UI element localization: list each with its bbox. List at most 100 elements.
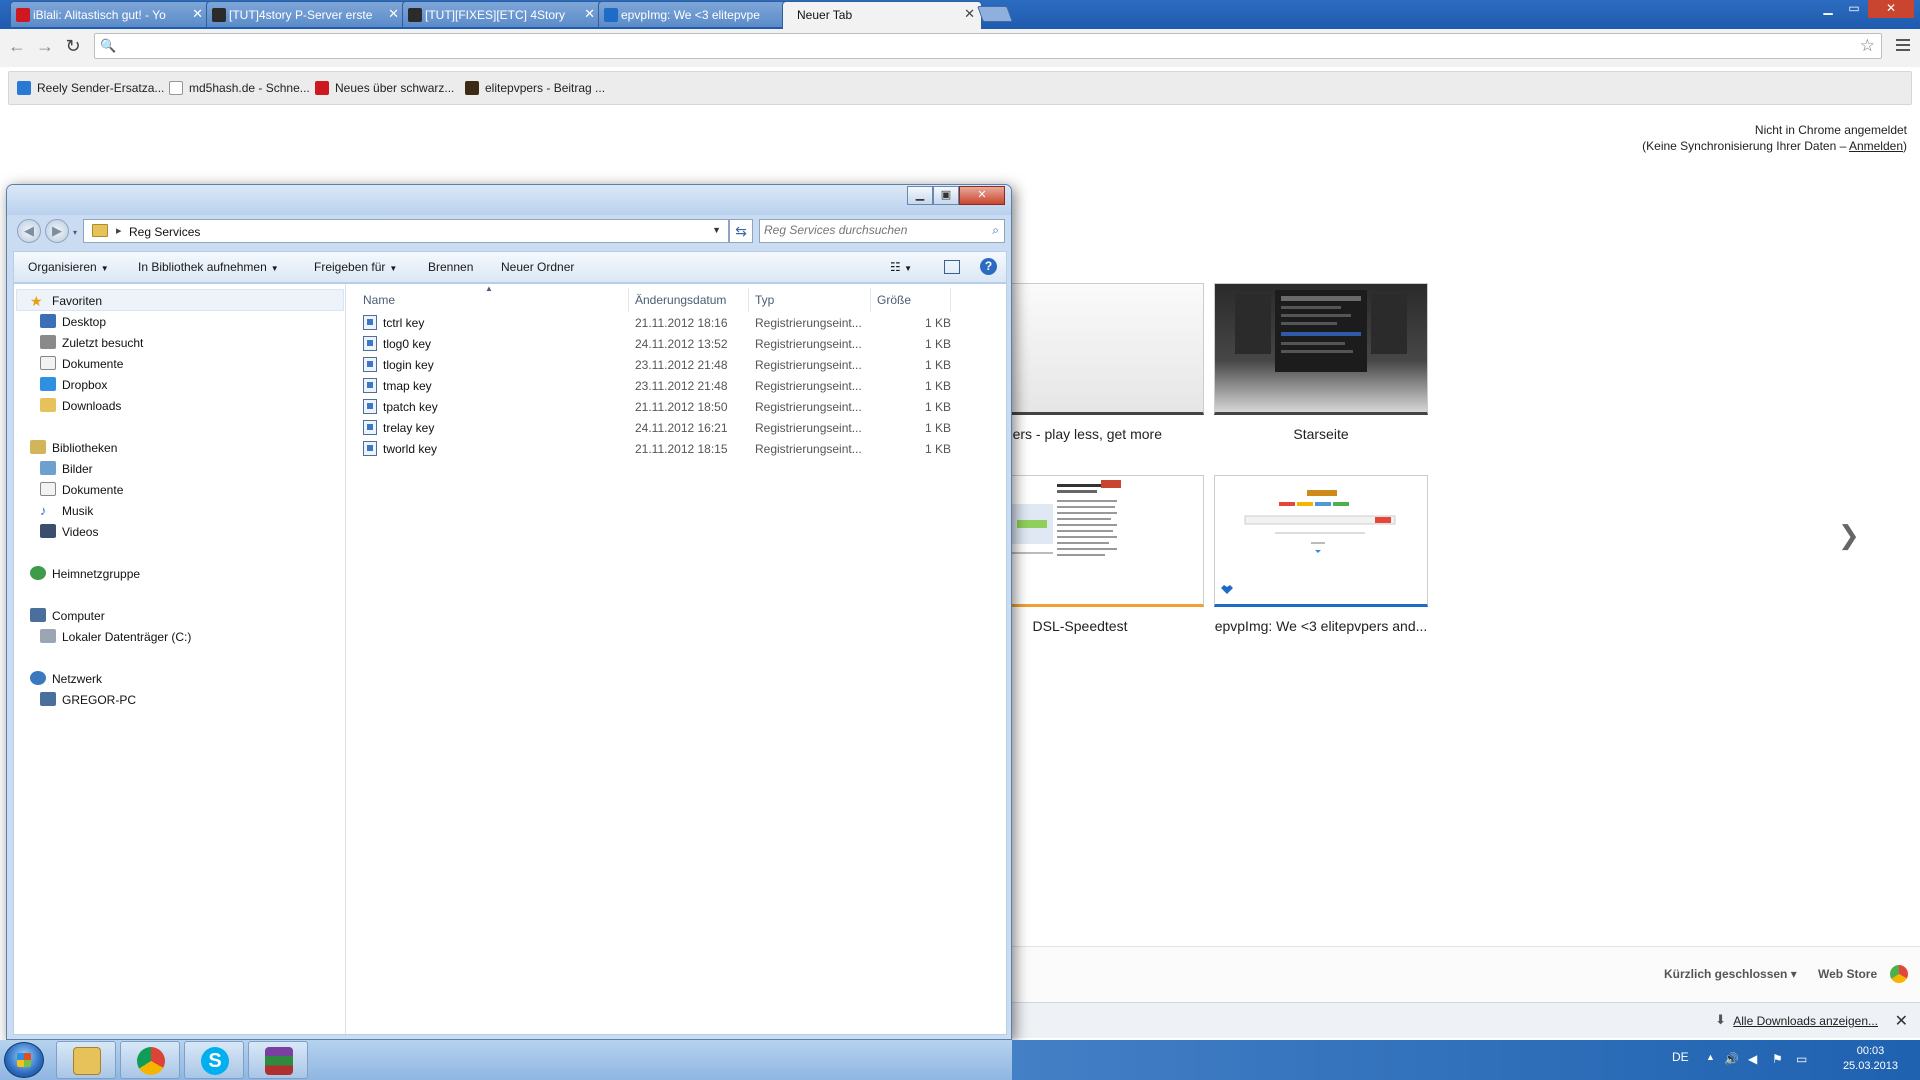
column-divider[interactable] xyxy=(748,288,749,312)
column-divider[interactable] xyxy=(628,288,629,312)
nav-network[interactable]: Netzwerk xyxy=(30,671,102,686)
nav-music[interactable]: ♪ Musik xyxy=(40,503,93,518)
explorer-maximize-button[interactable]: ▣ xyxy=(933,186,959,205)
address-bar[interactable]: ▸ Reg Services ▼ xyxy=(83,219,729,243)
recent-pages-dropdown-icon[interactable]: ▾ xyxy=(73,228,77,237)
nav-homegroup[interactable]: Heimnetzgruppe xyxy=(30,566,140,581)
next-page-arrow-icon[interactable]: ❯ xyxy=(1838,520,1860,551)
tab-close-icon[interactable]: ✕ xyxy=(192,7,203,20)
signin-link[interactable]: Anmelden xyxy=(1849,139,1903,153)
preview-pane-icon[interactable] xyxy=(944,260,960,274)
search-box[interactable]: ⌕ xyxy=(759,219,1005,243)
nav-documents[interactable]: Dokumente xyxy=(40,356,123,371)
explorer-close-button[interactable]: ✕ xyxy=(959,186,1005,205)
column-divider[interactable] xyxy=(950,288,951,312)
column-header-size[interactable]: Größe xyxy=(877,293,911,307)
taskbar-chrome-button[interactable] xyxy=(120,1041,180,1079)
file-row[interactable]: tworld key 21.11.2012 18:15 Registrierungs… xyxy=(347,439,1007,459)
maximize-window-button[interactable]: ▭ xyxy=(1844,0,1864,18)
nav-library-documents[interactable]: Dokumente xyxy=(40,482,123,497)
help-icon[interactable]: ? xyxy=(980,258,997,275)
bookmark-elitepvpers[interactable]: elitepvpers - Beitrag ... xyxy=(465,81,605,95)
refresh-icon[interactable]: ⇆ xyxy=(729,219,753,243)
column-divider[interactable] xyxy=(870,288,871,312)
nav-favorites[interactable]: ★ Favoriten xyxy=(30,293,102,309)
column-header-type[interactable]: Typ xyxy=(755,293,774,307)
file-row[interactable]: trelay key 24.11.2012 16:21 Registrierungs… xyxy=(347,418,1007,438)
column-header-name[interactable]: Name xyxy=(363,293,395,307)
back-arrow-icon[interactable]: ◀ xyxy=(17,219,41,243)
new-tab-button[interactable] xyxy=(977,6,1013,22)
nav-gregor-pc[interactable]: GREGOR-PC xyxy=(40,692,136,707)
organize-button[interactable]: Organisieren ▼ xyxy=(28,260,109,274)
change-view-icon[interactable]: ☷ ▼ xyxy=(890,260,912,274)
nav-dropbox[interactable]: Dropbox xyxy=(40,377,107,392)
action-center-flag-icon[interactable]: ⚑ xyxy=(1772,1052,1783,1066)
bookmark-star-icon[interactable]: ☆ xyxy=(1860,36,1875,56)
language-indicator[interactable]: DE xyxy=(1672,1050,1689,1064)
tab-close-icon[interactable]: ✕ xyxy=(388,7,399,20)
thumbnail-epvpimg[interactable] xyxy=(1214,475,1428,607)
tab-close-icon[interactable]: ✕ xyxy=(584,7,595,20)
web-store-icon[interactable] xyxy=(1890,965,1908,983)
tab-youtube[interactable]: iBlali: Alitastisch gut! - Yo ✕ xyxy=(10,1,210,27)
taskbar-winrar-button[interactable] xyxy=(248,1041,308,1079)
taskbar-explorer-button[interactable] xyxy=(56,1041,116,1079)
file-row[interactable]: tlogin key 23.11.2012 21:48 Registrierungs… xyxy=(347,355,1007,375)
breadcrumb-current-folder[interactable]: Reg Services xyxy=(129,225,200,239)
forward-arrow-icon[interactable]: ▶ xyxy=(45,219,69,243)
taskbar-skype-button[interactable]: S xyxy=(184,1041,244,1079)
nav-recent-places[interactable]: Zuletzt besucht xyxy=(40,335,143,350)
nav-libraries[interactable]: Bibliotheken xyxy=(30,440,117,455)
nav-videos[interactable]: Videos xyxy=(40,524,98,539)
file-row[interactable]: tmap key 23.11.2012 21:48 Registrierungsei… xyxy=(347,376,1007,396)
volume-icon[interactable]: 🔊 xyxy=(1724,1052,1739,1066)
back-arrow-icon[interactable]: ← xyxy=(6,35,28,57)
bookmark-reely[interactable]: Reely Sender-Ersatza... xyxy=(17,81,164,95)
nav-downloads[interactable]: Downloads xyxy=(40,398,121,413)
show-all-downloads-link[interactable]: Alle Downloads anzeigen... xyxy=(1733,1014,1878,1028)
explorer-title-bar[interactable]: ▁ ▣ ✕ xyxy=(7,185,1011,215)
tab-epvpimg[interactable]: epvpImg: We <3 elitepvpe ✕ xyxy=(598,1,798,27)
bookmark-md5hash[interactable]: md5hash.de - Schne... xyxy=(169,81,310,95)
thumbnail-elitepvpers[interactable] xyxy=(990,283,1204,415)
recently-closed-menu[interactable]: Kürzlich geschlossen ▾ xyxy=(1664,967,1797,981)
search-icon[interactable]: ⌕ xyxy=(992,223,999,238)
nav-local-disk[interactable]: Lokaler Datenträger (C:) xyxy=(40,629,191,644)
new-folder-button[interactable]: Neuer Ordner xyxy=(501,260,574,274)
omnibox[interactable]: 🔍 ☆ xyxy=(94,33,1882,59)
burn-button[interactable]: Brennen xyxy=(428,260,473,274)
breadcrumb-separator-icon[interactable]: ▸ xyxy=(116,224,122,237)
tab-4story-server[interactable]: [TUT]4story P-Server erste ✕ xyxy=(206,1,406,27)
file-row[interactable]: tlog0 key 24.11.2012 13:52 Registrierungse… xyxy=(347,334,1007,354)
column-header-date[interactable]: Änderungsdatum xyxy=(635,293,726,307)
start-button[interactable] xyxy=(4,1042,44,1078)
minimize-window-button[interactable]: ▁ xyxy=(1818,0,1838,18)
bookmark-youtube[interactable]: Neues über schwarz... xyxy=(315,81,454,95)
file-row[interactable]: tctrl key 21.11.2012 18:16 Registrierungse… xyxy=(347,313,1007,333)
file-row[interactable]: tpatch key 21.11.2012 18:50 Registrierungs… xyxy=(347,397,1007,417)
tab-new-tab[interactable]: Neuer Tab ✕ xyxy=(782,1,982,30)
network-tray-icon[interactable]: ▭ xyxy=(1796,1052,1807,1066)
search-input[interactable] xyxy=(764,223,974,237)
thumbnail-starseite[interactable] xyxy=(1214,283,1428,415)
tab-4story-fixes[interactable]: [TUT][FIXES][ETC] 4Story ✕ xyxy=(402,1,602,27)
include-in-library-button[interactable]: In Bibliothek aufnehmen ▼ xyxy=(138,260,279,274)
show-hidden-icons-icon[interactable]: ▲ xyxy=(1706,1052,1715,1062)
web-store-link[interactable]: Web Store xyxy=(1818,967,1877,981)
chrome-menu-icon[interactable] xyxy=(1896,39,1910,51)
reload-icon[interactable]: ↻ xyxy=(62,35,84,57)
thumbnail-dsl-speedtest[interactable] xyxy=(990,475,1204,607)
speaker-alert-icon[interactable]: ◀ xyxy=(1748,1052,1757,1066)
nav-pictures[interactable]: Bilder xyxy=(40,461,93,476)
share-with-button[interactable]: Freigeben für ▼ xyxy=(314,260,397,274)
forward-arrow-icon[interactable]: → xyxy=(34,35,56,57)
tab-close-icon[interactable]: ✕ xyxy=(964,7,975,20)
nav-computer[interactable]: Computer xyxy=(30,608,105,623)
explorer-minimize-button[interactable]: ▁ xyxy=(907,186,933,205)
nav-desktop[interactable]: Desktop xyxy=(40,314,106,329)
taskbar-clock[interactable]: 00:03 25.03.2013 xyxy=(1843,1044,1898,1074)
address-dropdown-icon[interactable]: ▼ xyxy=(712,225,721,235)
close-download-bar-button[interactable]: ✕ xyxy=(1895,1011,1908,1031)
close-window-button[interactable]: ✕ xyxy=(1868,0,1914,18)
